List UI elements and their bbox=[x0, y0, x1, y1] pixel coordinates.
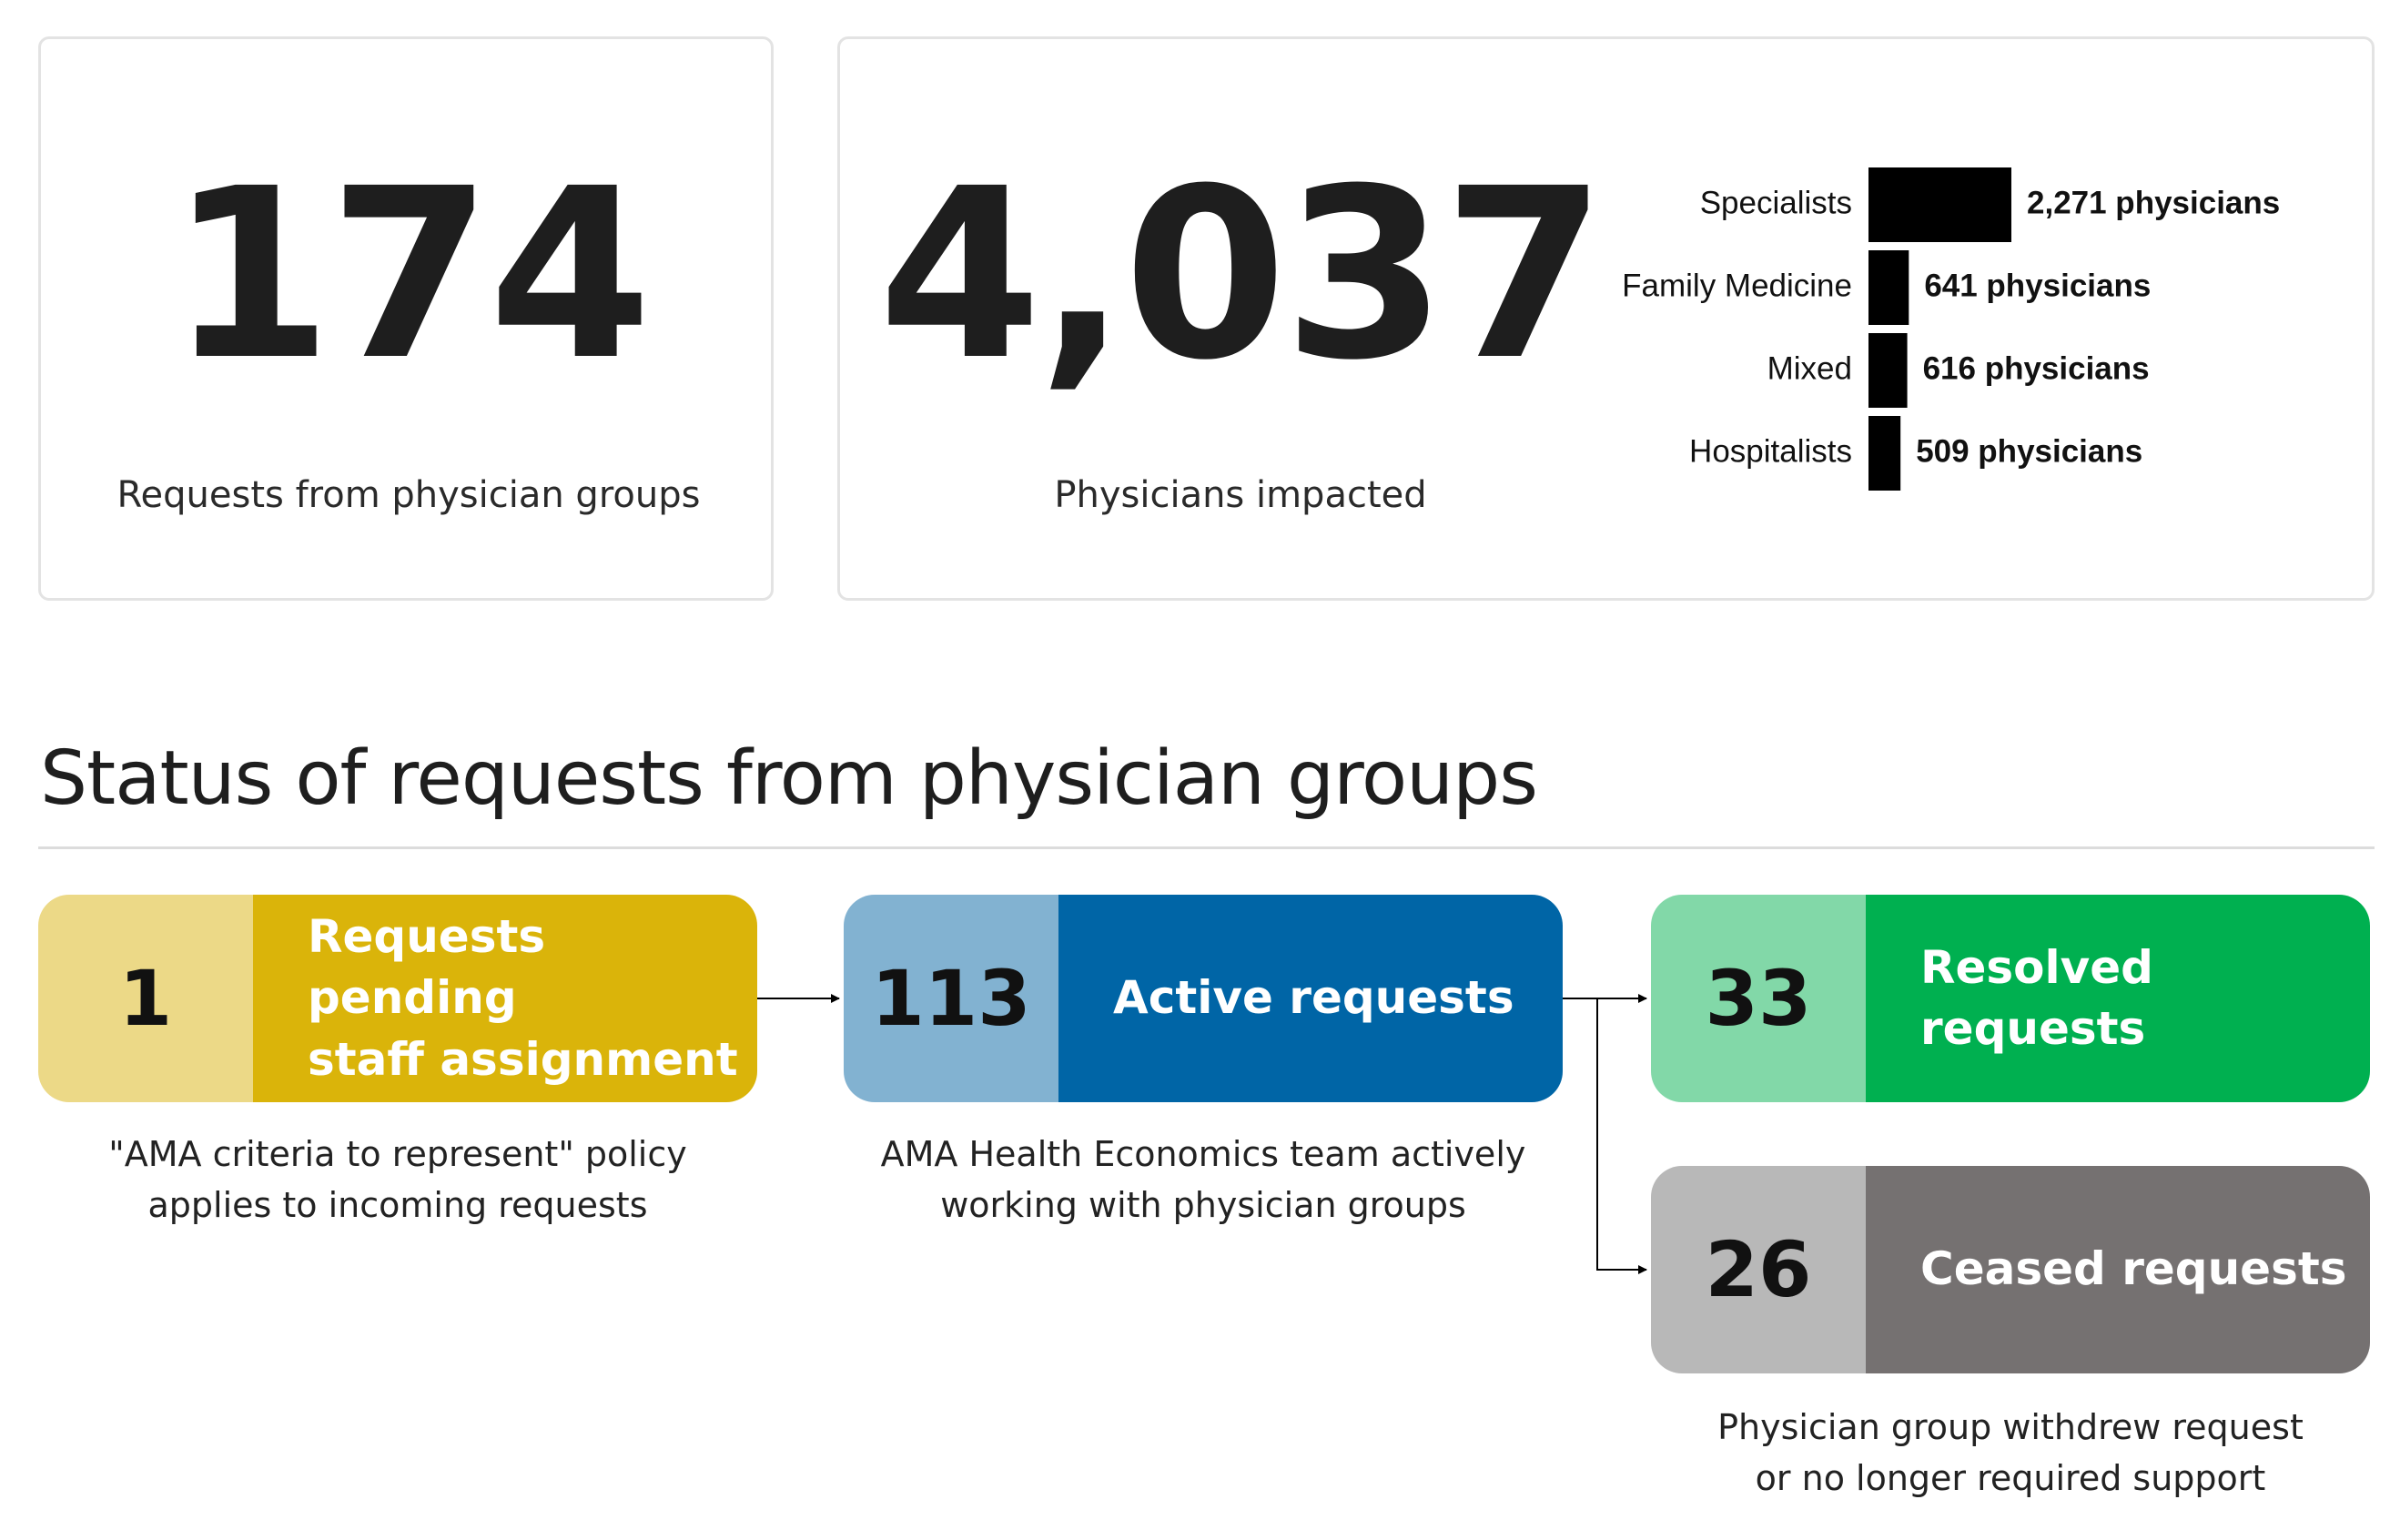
bar-data-label: 2,271 physicians bbox=[2027, 185, 2280, 220]
bar-category-label: Specialists bbox=[1700, 185, 1852, 220]
bar bbox=[1868, 333, 1908, 408]
pending-label-line2: staff assignment bbox=[308, 1032, 738, 1086]
ceased-count: 26 bbox=[1651, 1166, 1866, 1373]
ceased-note-line2: or no longer required support bbox=[1755, 1458, 2266, 1499]
active-label: Active requests bbox=[1058, 895, 1563, 1102]
section-divider bbox=[38, 846, 2375, 849]
pending-note-line1: "AMA criteria to represent" policy bbox=[108, 1134, 687, 1174]
physicians-kpi-card: 4,037 Physicians impacted Specialists 2,2… bbox=[837, 36, 2375, 601]
requests-count: 174 bbox=[168, 138, 653, 411]
bar-data-label: 509 physicians bbox=[1916, 433, 2142, 469]
bar bbox=[1868, 416, 1901, 491]
active-note-line2: working with physician groups bbox=[940, 1185, 1466, 1226]
bar-category-label: Mixed bbox=[1767, 350, 1852, 386]
bar-category-label: Family Medicine bbox=[1622, 268, 1852, 303]
bar-data-label: 616 physicians bbox=[1923, 350, 2150, 386]
resolved-label: Resolved requests bbox=[1866, 895, 2370, 1102]
section-title: Status of requests from physician groups bbox=[40, 735, 1538, 822]
requests-label: Requests from physician groups bbox=[116, 474, 701, 516]
status-resolved-box: 33 Resolved requests bbox=[1651, 895, 2370, 1102]
active-count: 113 bbox=[844, 895, 1058, 1102]
active-note-line1: AMA Health Economics team actively bbox=[880, 1134, 1526, 1174]
ceased-note-line1: Physician group withdrew request bbox=[1717, 1407, 2304, 1447]
bar-category-label: Hospitalists bbox=[1689, 433, 1852, 469]
pending-note-line2: applies to incoming requests bbox=[147, 1185, 648, 1226]
arrow-active-to-ceased bbox=[1596, 998, 1647, 1274]
active-note: AMA Health Economics team actively worki… bbox=[839, 1129, 1567, 1231]
ceased-note: Physician group withdrew request or no l… bbox=[1651, 1402, 2370, 1504]
physician-type-bar-chart: Specialists 2,271 physicians Family Medici… bbox=[1622, 167, 2280, 491]
bar bbox=[1868, 167, 2011, 242]
bar bbox=[1868, 250, 1909, 325]
status-active-box: 113 Active requests bbox=[844, 895, 1563, 1102]
requests-kpi-card: 174 Requests from physician groups bbox=[38, 36, 774, 601]
pending-note: "AMA criteria to represent" policy appli… bbox=[38, 1129, 757, 1231]
pending-count: 1 bbox=[38, 895, 253, 1102]
resolved-count: 33 bbox=[1651, 895, 1866, 1102]
bar-data-label: 641 physicians bbox=[1924, 268, 2151, 303]
pending-label: Requests pending staff assignment bbox=[253, 895, 757, 1102]
status-ceased-box: 26 Ceased requests bbox=[1651, 1166, 2370, 1373]
ceased-label: Ceased requests bbox=[1866, 1166, 2370, 1373]
status-pending-box: 1 Requests pending staff assignment bbox=[38, 895, 757, 1102]
pending-label-line1: Requests pending bbox=[308, 909, 546, 1025]
